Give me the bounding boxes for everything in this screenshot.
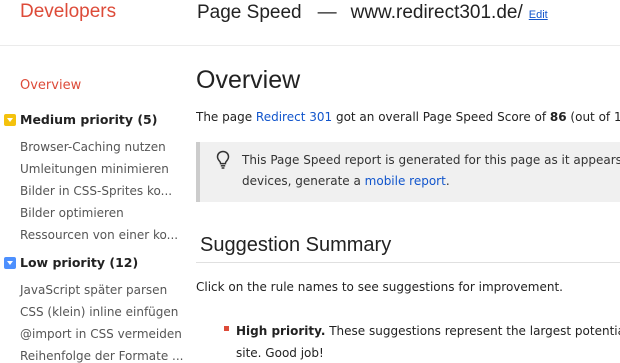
page-title: Page Speed bbox=[197, 2, 302, 23]
score-prefix: The page bbox=[196, 110, 256, 124]
page-link[interactable]: Redirect 301 bbox=[256, 110, 332, 124]
sidebar: Overview Medium priority (5) Browser-Cac… bbox=[0, 46, 184, 363]
notice-line-1: This Page Speed report is generated for … bbox=[242, 153, 620, 167]
high-priority-line-1: High priority. These suggestions represe… bbox=[236, 320, 620, 342]
notice-line-2: devices, generate a mobile report. bbox=[242, 171, 620, 192]
chevron-down-icon[interactable] bbox=[4, 113, 16, 126]
lightbulb-icon bbox=[216, 150, 230, 169]
high-priority-label: High priority. bbox=[236, 324, 326, 338]
notice-line-2-suffix: . bbox=[445, 174, 450, 188]
high-priority-line-2: site. Good job! bbox=[236, 346, 324, 360]
top-bar: Developers Page Speed — www.redirect301.de… bbox=[0, 0, 620, 46]
score-suffix: (out of 100). bbox=[570, 110, 620, 124]
sidebar-rule-item[interactable]: Ressourcen von einer ko... bbox=[20, 228, 178, 242]
notice-text: This Page Speed report is generated for … bbox=[242, 150, 620, 192]
overview-heading: Overview bbox=[196, 66, 301, 94]
high-priority-bullet-icon bbox=[224, 326, 229, 331]
high-priority-summary: High priority. These suggestions represe… bbox=[236, 320, 620, 360]
info-notice: This Page Speed report is generated for … bbox=[196, 142, 620, 202]
sidebar-rule-item[interactable]: CSS (klein) inline einfügen bbox=[20, 305, 178, 319]
medium-priority-label: Medium priority (5) bbox=[20, 112, 158, 127]
sidebar-rule-item[interactable]: Bilder optimieren bbox=[20, 206, 124, 220]
low-priority-group[interactable]: Low priority (12) bbox=[4, 255, 138, 270]
chevron-down-icon[interactable] bbox=[4, 256, 16, 269]
score-middle: got an overall Page Speed Score of bbox=[332, 110, 550, 124]
page-header: Page Speed — www.redirect301.de/Edit bbox=[197, 2, 548, 24]
mobile-report-link[interactable]: mobile report bbox=[365, 174, 446, 188]
sidebar-rule-item[interactable]: Bilder in CSS-Sprites ko... bbox=[20, 184, 172, 198]
suggestion-summary-heading: Suggestion Summary bbox=[200, 234, 392, 256]
sidebar-item-overview[interactable]: Overview bbox=[20, 78, 81, 93]
title-separator: — bbox=[317, 2, 337, 23]
low-priority-label: Low priority (12) bbox=[20, 255, 139, 270]
sidebar-rule-item[interactable]: JavaScript später parsen bbox=[20, 283, 167, 297]
notice-line-2-prefix: devices, generate a bbox=[242, 174, 365, 188]
sidebar-rule-item[interactable]: @import in CSS vermeiden bbox=[20, 327, 182, 341]
sidebar-rule-item[interactable]: Umleitungen minimieren bbox=[20, 162, 169, 176]
high-priority-text: These suggestions represent the largest … bbox=[325, 324, 620, 338]
medium-priority-group[interactable]: Medium priority (5) bbox=[4, 112, 157, 127]
brand-logo[interactable]: Developers bbox=[20, 1, 116, 23]
analyzed-url: www.redirect301.de/ bbox=[350, 2, 523, 23]
edit-link[interactable]: Edit bbox=[529, 9, 548, 21]
score-value: 86 bbox=[549, 110, 567, 124]
instruction-text: Click on the rule names to see suggestio… bbox=[196, 280, 563, 294]
heading-divider bbox=[196, 262, 620, 263]
sidebar-rule-item[interactable]: Reihenfolge der Formate ... bbox=[20, 349, 184, 363]
score-summary: The page Redirect 301 got an overall Pag… bbox=[196, 110, 620, 124]
main-content: Overview The page Redirect 301 got an ov… bbox=[196, 46, 620, 360]
sidebar-rule-item[interactable]: Browser-Caching nutzen bbox=[20, 140, 166, 154]
